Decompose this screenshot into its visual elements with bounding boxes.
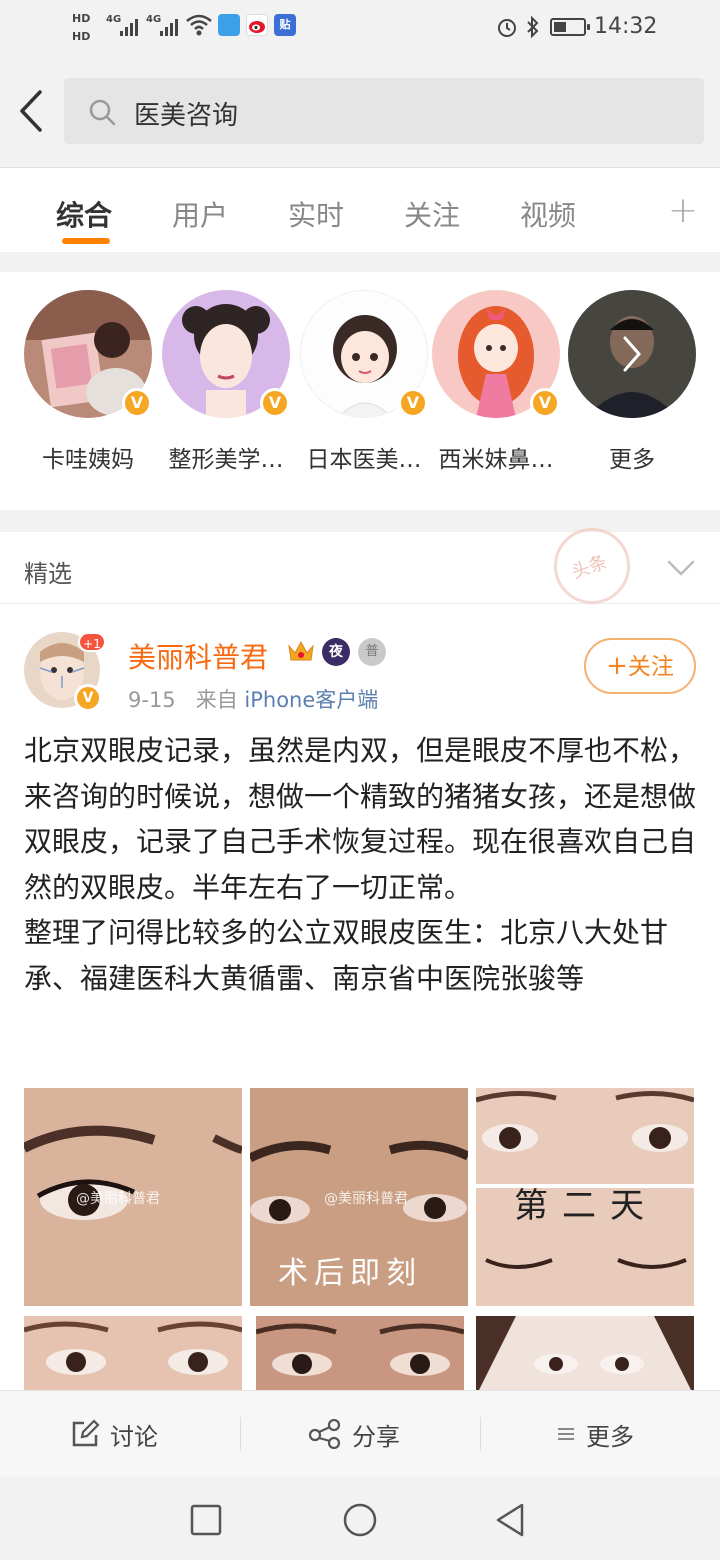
post-image[interactable] [476, 1316, 694, 1396]
home-icon[interactable] [342, 1502, 378, 1538]
tab-users[interactable]: 用户 [172, 194, 228, 234]
battery-icon [550, 18, 590, 36]
verified-badge: V [122, 388, 152, 418]
signal-type-1: 4G [106, 14, 122, 25]
signal-bars-icon [120, 16, 138, 36]
featured-header: 精选 头条 [0, 528, 720, 604]
more-button[interactable]: 更多 [556, 1391, 634, 1477]
user-carousel: V 卡哇姨妈 V 整形美学… V 日本医美… V 西米妹鼻… 更多 [0, 272, 720, 510]
user-name: 整形美学… [168, 447, 284, 473]
clock: 14:32 [594, 14, 658, 39]
crown-icon [288, 640, 314, 661]
share-button[interactable]: 分享 [308, 1391, 400, 1477]
plus-icon: + [606, 651, 628, 681]
wifi-icon [186, 14, 212, 36]
search-query: 医美咨询 [134, 101, 239, 131]
user-name: 西米妹鼻… [438, 447, 554, 473]
image-watermark: @美丽科普君 [324, 1191, 408, 1207]
add-tab-button[interactable]: + [668, 190, 698, 231]
user-name: 日本医美… [306, 447, 422, 473]
author-name[interactable]: 美丽科普君 [128, 636, 268, 676]
system-nav-bar [0, 1476, 720, 1560]
search-header: 医美咨询 [0, 56, 720, 168]
image-caption: 术后即刻 [278, 1256, 422, 1291]
image-watermark: @美丽科普君 [76, 1191, 160, 1207]
search-input[interactable]: 医美咨询 [64, 78, 704, 144]
comment-button[interactable]: 讨论 [70, 1391, 158, 1477]
section-gap [0, 252, 720, 272]
tab-video[interactable]: 视频 [520, 194, 576, 234]
active-tab-indicator [62, 238, 110, 244]
post-image[interactable]: @美丽科普君 术后即刻 [250, 1088, 468, 1306]
recents-icon[interactable] [190, 1504, 222, 1536]
menu-icon [558, 1428, 574, 1440]
verified-badge: V [74, 684, 102, 712]
signal-type-2: 4G [146, 14, 162, 25]
divider [480, 1417, 481, 1451]
user-name: 卡哇姨妈 [42, 447, 134, 473]
back-nav-icon[interactable] [494, 1502, 526, 1538]
post-image[interactable] [256, 1316, 464, 1396]
post-date: 9-15 [128, 688, 176, 712]
post-image[interactable] [24, 1316, 242, 1396]
post-meta: 9-15 来自 iPhone客户端 [128, 684, 378, 714]
status-bar: HD HD 4G 4G 贴 14:32 [0, 0, 720, 56]
app-notification-icon [218, 14, 240, 36]
silver-badge-icon: 普 [358, 638, 386, 666]
more-users-label: 更多 [609, 447, 655, 473]
new-post-badge: +1 [78, 632, 106, 652]
night-badge-icon: 夜 [322, 638, 350, 666]
app-root: HD HD 4G 4G 贴 14:32 医美咨询 综合 用户 实时 关注 视频 … [0, 0, 720, 1560]
follow-button[interactable]: +关注 [584, 638, 696, 694]
post-paragraph: 北京双眼皮记录，虽然是内双，但是眼皮不厚也不松，来咨询的时候说，想做一个精致的猪… [24, 734, 697, 904]
search-tabs: 综合 用户 实时 关注 视频 + [0, 168, 720, 252]
featured-label: 精选 [24, 560, 72, 588]
post-image[interactable]: 第二天 [476, 1088, 694, 1306]
section-gap [0, 510, 720, 532]
post-action-bar: 讨论 分享 更多 [0, 1390, 720, 1476]
hd-indicator: HD HD [72, 12, 91, 43]
share-icon [308, 1419, 341, 1449]
edit-icon [72, 1419, 100, 1447]
image-caption: 第二天 [514, 1186, 658, 1226]
tieba-notification-icon: 贴 [274, 14, 296, 36]
verified-badge: V [260, 388, 290, 418]
weibo-notification-icon [246, 14, 268, 36]
post-source[interactable]: iPhone客户端 [244, 688, 378, 712]
source-prefix: 来自 [195, 688, 238, 712]
post-image[interactable]: @美丽科普君 [24, 1088, 242, 1306]
chevron-right-icon [623, 336, 641, 372]
alarm-icon [498, 19, 516, 37]
post-card: +1 V 美丽科普君 夜 普 9-15 来自 iPhone客户端 +关注 北京双… [0, 604, 720, 1396]
tab-following[interactable]: 关注 [404, 194, 460, 234]
post-body: 北京双眼皮记录，虽然是内双，但是眼皮不厚也不松，来咨询的时候说，想做一个精致的猪… [24, 728, 704, 1001]
verified-badge: V [530, 388, 560, 418]
tab-realtime[interactable]: 实时 [288, 194, 344, 234]
divider [240, 1417, 241, 1451]
chevron-down-icon[interactable] [666, 558, 696, 578]
signal-bars-icon [160, 16, 178, 36]
search-icon [89, 99, 116, 126]
bluetooth-icon [527, 15, 539, 39]
tab-comprehensive[interactable]: 综合 [56, 194, 112, 234]
headline-stamp-icon: 头条 [554, 528, 630, 604]
verified-badge: V [398, 388, 428, 418]
post-paragraph: 整理了问得比较多的公立双眼皮医生：北京八大处甘承、福建医科大黄循雷、南京省中医院… [24, 916, 669, 995]
back-icon[interactable] [14, 86, 54, 136]
